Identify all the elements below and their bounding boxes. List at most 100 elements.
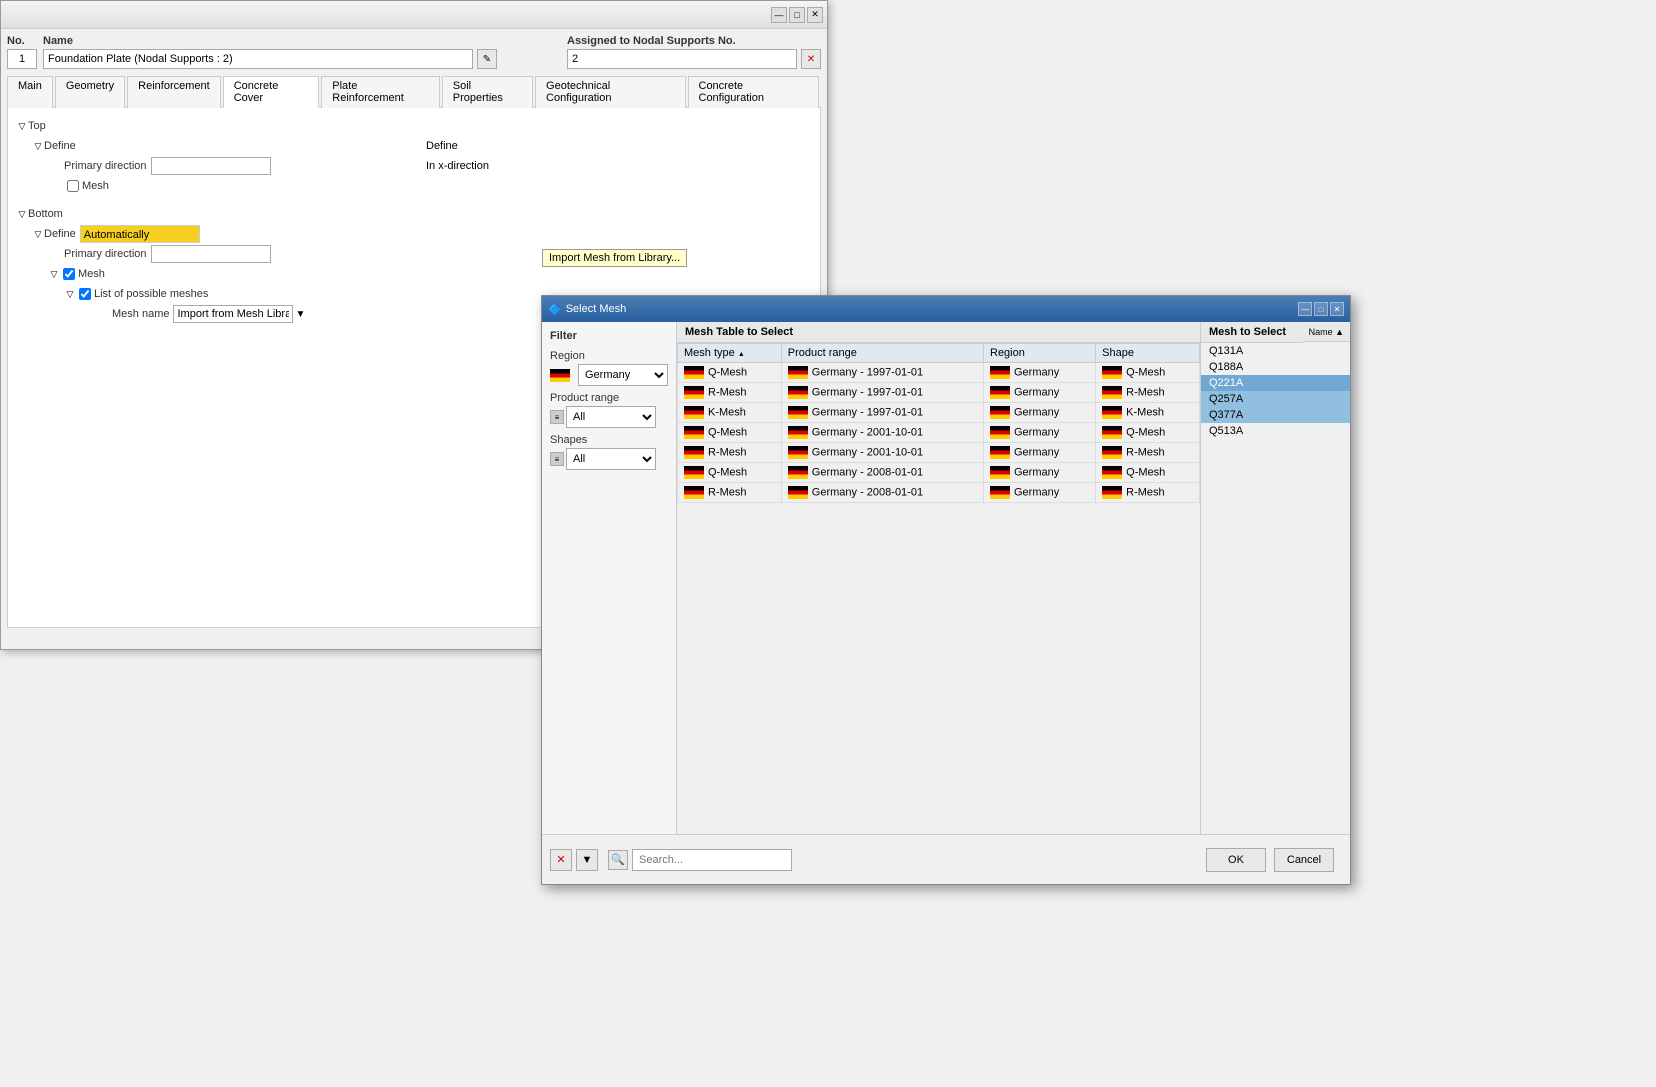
tab-reinforcement[interactable]: Reinforcement (127, 76, 221, 108)
tab-main[interactable]: Main (7, 76, 53, 108)
no-field-row (7, 49, 37, 69)
list-meshes-checkbox[interactable] (79, 288, 91, 300)
col-shape[interactable]: Shape (1096, 344, 1200, 363)
cell-shape: Q-Mesh (1096, 363, 1200, 383)
cell-mesh-type: R-Mesh (678, 443, 782, 463)
mesh-item-q188a[interactable]: Q188A (1201, 359, 1350, 375)
cell-mesh-type: R-Mesh (678, 383, 782, 403)
cell-mesh-type: Q-Mesh (678, 463, 782, 483)
cell-shape: Q-Mesh (1096, 423, 1200, 443)
assigned-field-row: ✕ (567, 49, 821, 69)
right-top-define-label: Define (426, 140, 458, 152)
table-row[interactable]: R-Mesh Germany - 1997-01-01 Germany R-Me… (678, 383, 1200, 403)
clear-filter-button[interactable]: ✕ (550, 849, 572, 871)
cell-product-range: Germany - 2001-10-01 (781, 443, 983, 463)
clear-button[interactable]: ✕ (801, 49, 821, 69)
cell-region: Germany (984, 423, 1096, 443)
bottom-mesh-checkbox[interactable] (63, 268, 75, 280)
table-row[interactable]: R-Mesh Germany - 2008-01-01 Germany R-Me… (678, 483, 1200, 503)
row2-s-flag (1102, 386, 1122, 399)
row5-flag (684, 446, 704, 459)
close-button[interactable]: ✕ (807, 7, 823, 23)
mesh-item-q513a[interactable]: Q513A (1201, 423, 1350, 439)
search-icon-button[interactable]: 🔍 (608, 850, 628, 870)
bottom-primary-label: Primary direction (64, 248, 147, 260)
minimize-button[interactable]: — (771, 7, 787, 23)
header-row: No. Name ✎ Assigned to Nodal Supports No… (7, 35, 821, 69)
tab-geotechnical[interactable]: Geotechnical Configuration (535, 76, 685, 108)
table-row[interactable]: Q-Mesh Germany - 2008-01-01 Germany Q-Me… (678, 463, 1200, 483)
cancel-button[interactable]: Cancel (1274, 848, 1334, 872)
right-top-inx-label: In x-direction (426, 160, 489, 172)
dialog-minimize-button[interactable]: — (1298, 302, 1312, 316)
top-primary-input[interactable] (151, 157, 271, 175)
germany-flag-icon (550, 369, 570, 382)
row7-flag (684, 486, 704, 499)
shapes-select[interactable]: All (566, 448, 656, 470)
bottom-mesh-expand[interactable]: ▽ (48, 268, 60, 280)
ok-button[interactable]: OK (1206, 848, 1266, 872)
bottom-primary-input[interactable] (151, 245, 271, 263)
dialog-maximize-button[interactable]: □ (1314, 302, 1328, 316)
region-select[interactable]: Germany (578, 364, 668, 386)
table-row[interactable]: K-Mesh Germany - 1997-01-01 Germany K-Me… (678, 403, 1200, 423)
tab-concrete-config[interactable]: Concrete Configuration (688, 76, 820, 108)
right-panel-header: Mesh to Select (1201, 322, 1303, 343)
search-input[interactable] (632, 849, 792, 871)
assigned-input[interactable] (567, 49, 797, 69)
top-mesh-checkbox[interactable] (67, 180, 79, 192)
top-mesh-label: Mesh (82, 180, 109, 192)
col-mesh-type[interactable]: Mesh type ▲ (678, 344, 782, 363)
top-expand-icon[interactable]: ▽ (16, 120, 28, 132)
right-top-define-row: Define (426, 136, 812, 156)
name-sort-icon[interactable]: Name ▲ (1303, 323, 1350, 342)
bottom-label: Bottom (28, 208, 63, 220)
no-input[interactable] (7, 49, 37, 69)
edit-button[interactable]: ✎ (477, 49, 497, 69)
mesh-item-q221a[interactable]: Q221A (1201, 375, 1350, 391)
mesh-name-input[interactable] (173, 305, 293, 323)
product-range-icon: ≡ (550, 410, 564, 424)
table-row[interactable]: R-Mesh Germany - 2001-10-01 Germany R-Me… (678, 443, 1200, 463)
maximize-button[interactable]: □ (789, 7, 805, 23)
mesh-type-sort-icon: ▲ (738, 351, 745, 358)
dialog-close-button[interactable]: ✕ (1330, 302, 1344, 316)
list-meshes-expand[interactable]: ▽ (64, 288, 76, 300)
bottom-define-expand[interactable]: ▽ (32, 228, 44, 240)
table-row[interactable]: Q-Mesh Germany - 2001-10-01 Germany Q-Me… (678, 423, 1200, 443)
mesh-item-q131a[interactable]: Q131A (1201, 343, 1350, 359)
cell-shape: R-Mesh (1096, 443, 1200, 463)
tab-concrete-cover[interactable]: Concrete Cover (223, 76, 320, 108)
row4-pr-flag (788, 426, 808, 439)
table-panel: Mesh Table to Select Mesh type ▲ Product… (677, 322, 1200, 834)
col-region[interactable]: Region (984, 344, 1096, 363)
cell-mesh-type: Q-Mesh (678, 423, 782, 443)
right-panel: Mesh to Select Name ▲ Q131A Q188A Q221A … (1200, 322, 1350, 834)
table-scroll[interactable]: Mesh type ▲ Product range Region Shape Q… (677, 343, 1200, 834)
row6-pr-flag (788, 466, 808, 479)
top-define-expand[interactable]: ▽ (32, 140, 44, 152)
cell-region: Germany (984, 383, 1096, 403)
mesh-item-q257a[interactable]: Q257A (1201, 391, 1350, 407)
bottom-expand-icon[interactable]: ▽ (16, 208, 28, 220)
top-mesh-row: Mesh (48, 176, 416, 196)
table-row[interactable]: Q-Mesh Germany - 1997-01-01 Germany Q-Me… (678, 363, 1200, 383)
top-children: ▽ Define Primary direction (32, 136, 416, 196)
tab-plate-reinforcement[interactable]: Plate Reinforcement (321, 76, 439, 108)
mesh-name-row-container: Mesh name ▼ (96, 304, 416, 324)
product-range-select[interactable]: All (566, 406, 656, 428)
bottom-primary-row: Primary direction (48, 244, 416, 264)
tab-geometry[interactable]: Geometry (55, 76, 125, 108)
bottom-define-value[interactable]: Automatically (80, 225, 200, 243)
row1-pr-flag (788, 366, 808, 379)
cell-shape: R-Mesh (1096, 383, 1200, 403)
mesh-name-dropdown-arrow[interactable]: ▼ (295, 309, 305, 320)
name-field-group: Name ✎ (43, 35, 561, 69)
tab-soil-properties[interactable]: Soil Properties (442, 76, 533, 108)
col-product-range[interactable]: Product range (781, 344, 983, 363)
name-input[interactable] (43, 49, 473, 69)
mesh-item-q377a[interactable]: Q377A (1201, 407, 1350, 423)
filter-button[interactable]: ▼ (576, 849, 598, 871)
cell-product-range: Germany - 1997-01-01 (781, 363, 983, 383)
row1-r-flag (990, 366, 1010, 379)
